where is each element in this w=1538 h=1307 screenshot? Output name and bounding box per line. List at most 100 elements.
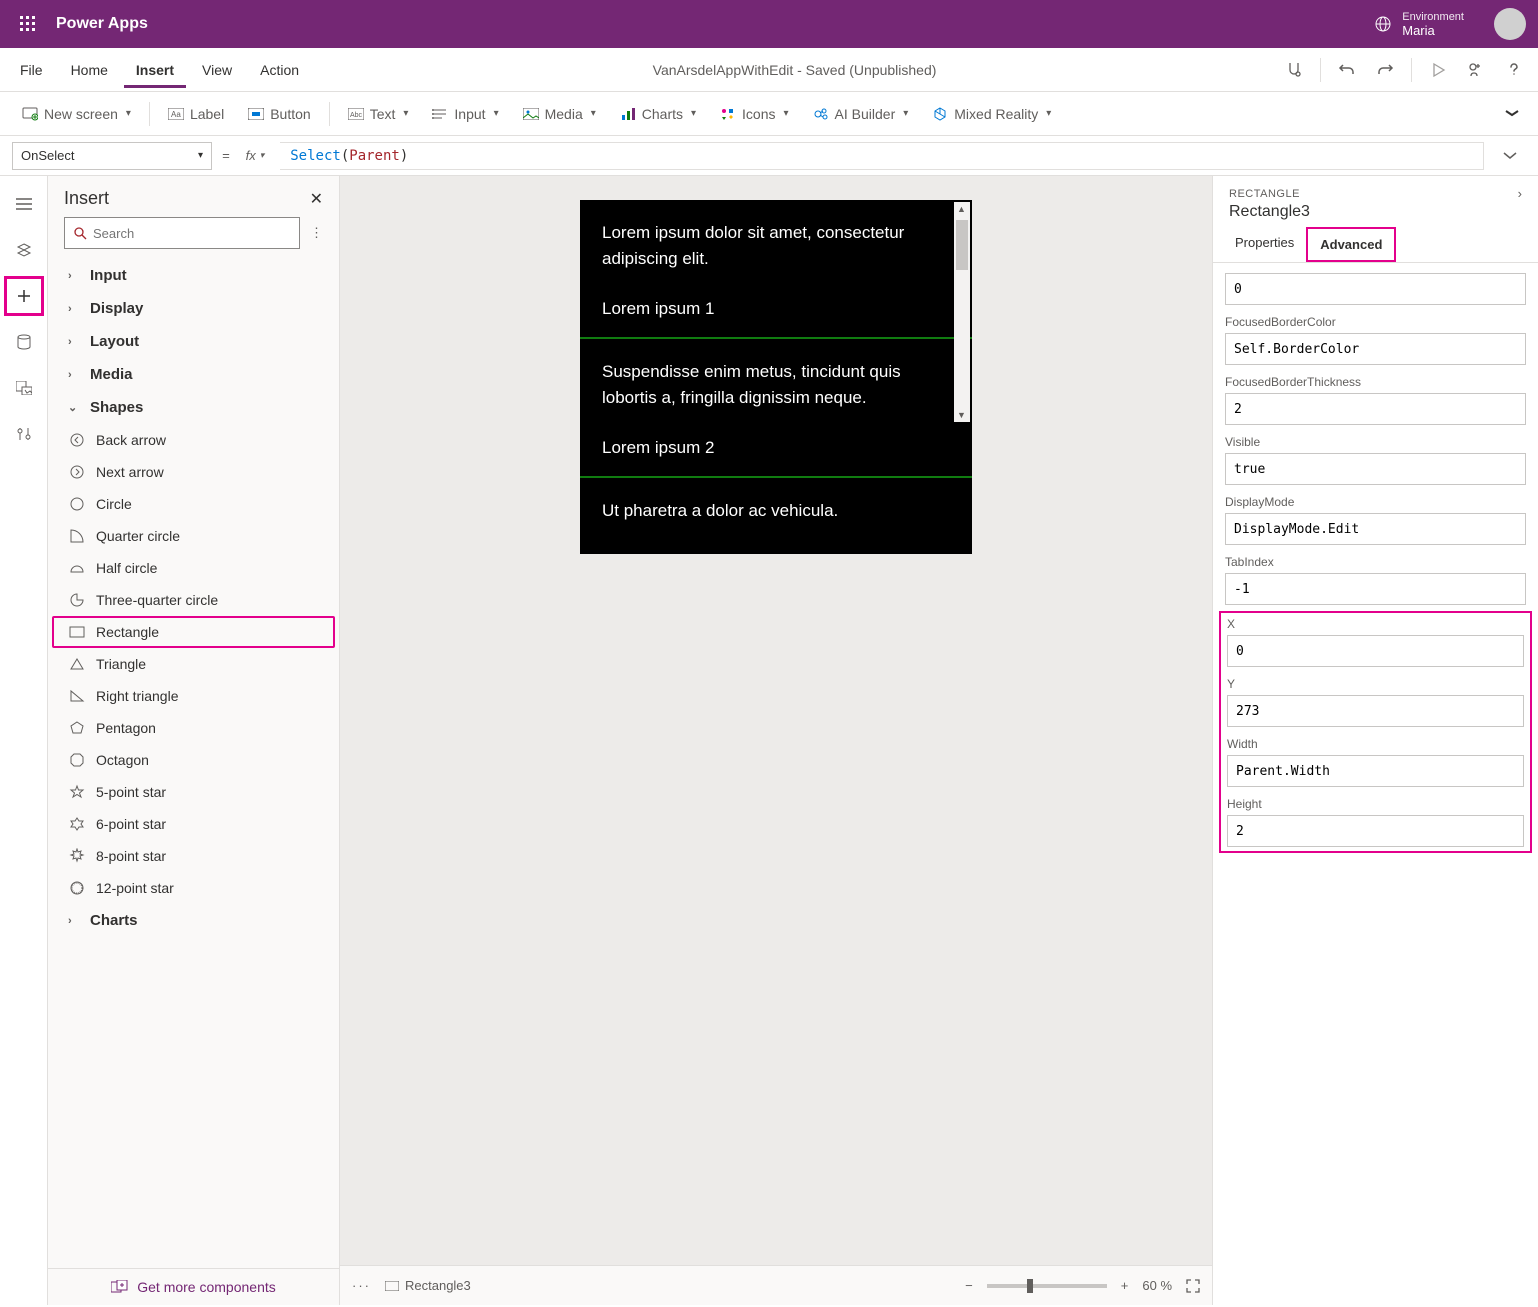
- fx-icon[interactable]: fx▾: [240, 148, 271, 163]
- undo-icon[interactable]: [1331, 54, 1363, 86]
- shape-circle[interactable]: Circle: [48, 488, 339, 520]
- tab-properties[interactable]: Properties: [1223, 227, 1306, 262]
- menu-home[interactable]: Home: [59, 52, 120, 88]
- app-checker-icon[interactable]: [1278, 54, 1310, 86]
- phone-screen[interactable]: ▲ ▼ Lorem ipsum dolor sit amet, consecte…: [580, 200, 972, 554]
- shape-right-triangle[interactable]: Right triangle: [48, 680, 339, 712]
- ribbon-media[interactable]: Media▾: [513, 100, 606, 128]
- ribbon-new-screen[interactable]: New screen▾: [12, 100, 141, 128]
- insert-panel-title: Insert: [64, 188, 109, 209]
- rail-insert-icon[interactable]: [4, 276, 44, 316]
- rail-data-icon[interactable]: [4, 322, 44, 362]
- gallery-item-3[interactable]: Ut pharetra a dolor ac vehicula.: [580, 478, 972, 554]
- shape-8-point-star[interactable]: 8-point star: [48, 840, 339, 872]
- ribbon-button[interactable]: Button: [238, 100, 320, 128]
- label-width: Width: [1227, 737, 1524, 751]
- ribbon-label[interactable]: AaLabel: [158, 100, 234, 128]
- rail-tree-icon[interactable]: [4, 230, 44, 270]
- close-icon[interactable]: ✕: [310, 189, 323, 209]
- category-shapes[interactable]: ⌄Shapes: [48, 391, 339, 424]
- menu-action[interactable]: Action: [248, 52, 311, 88]
- input-visible[interactable]: [1225, 453, 1526, 485]
- property-selector[interactable]: OnSelect ▾: [12, 142, 212, 170]
- globe-icon: [1374, 15, 1392, 33]
- shape-three-quarter-circle[interactable]: Three-quarter circle: [48, 584, 339, 616]
- shape-next-arrow[interactable]: Next arrow: [48, 456, 339, 488]
- input-y[interactable]: [1227, 695, 1524, 727]
- zoom-slider[interactable]: [987, 1284, 1107, 1288]
- shape-back-arrow[interactable]: Back arrow: [48, 424, 339, 456]
- breadcrumb[interactable]: Rectangle3: [385, 1278, 471, 1293]
- media-icon: [523, 106, 539, 122]
- input-width[interactable]: [1227, 755, 1524, 787]
- formula-expand-icon[interactable]: [1494, 152, 1526, 160]
- shape-octagon[interactable]: Octagon: [48, 744, 339, 776]
- status-more-icon[interactable]: ···: [352, 1278, 371, 1293]
- get-more-components[interactable]: Get more components: [48, 1268, 339, 1305]
- environment-picker[interactable]: Environment Maria: [1374, 11, 1464, 38]
- zoom-in-icon[interactable]: +: [1121, 1278, 1129, 1293]
- label-tabindex: TabIndex: [1225, 555, 1526, 569]
- gallery-item-1[interactable]: Lorem ipsum dolor sit amet, consectetur …: [580, 200, 972, 337]
- tab-advanced[interactable]: Advanced: [1306, 227, 1396, 262]
- shape-half-circle[interactable]: Half circle: [48, 552, 339, 584]
- help-icon[interactable]: [1498, 54, 1530, 86]
- search-input[interactable]: [64, 217, 300, 249]
- more-icon[interactable]: ⋮: [310, 225, 323, 241]
- star6-icon: [68, 815, 86, 833]
- canvas[interactable]: ▲ ▼ Lorem ipsum dolor sit amet, consecte…: [340, 176, 1212, 1265]
- menu-insert[interactable]: Insert: [124, 52, 186, 88]
- category-media[interactable]: ›Media: [48, 358, 339, 391]
- category-display[interactable]: ›Display: [48, 292, 339, 325]
- share-icon[interactable]: [1460, 54, 1492, 86]
- zoom-out-icon[interactable]: −: [965, 1278, 973, 1293]
- formula-fn: Select: [290, 148, 341, 164]
- item-title: Suspendisse enim metus, tincidunt quis l…: [602, 359, 950, 410]
- fit-icon[interactable]: [1186, 1279, 1200, 1293]
- field-first[interactable]: [1225, 273, 1526, 305]
- shape-5-point-star[interactable]: 5-point star: [48, 776, 339, 808]
- gallery-item-2[interactable]: Suspendisse enim metus, tincidunt quis l…: [580, 339, 972, 476]
- avatar[interactable]: [1494, 8, 1526, 40]
- menu-view[interactable]: View: [190, 52, 244, 88]
- input-focusedborderthickness[interactable]: [1225, 393, 1526, 425]
- waffle-icon[interactable]: [12, 8, 44, 40]
- ribbon-collapse-icon[interactable]: [1498, 103, 1526, 125]
- menu-file[interactable]: File: [8, 52, 55, 88]
- star8-icon: [68, 847, 86, 865]
- shape-quarter-circle[interactable]: Quarter circle: [48, 520, 339, 552]
- search-field[interactable]: [93, 226, 291, 241]
- formula-input[interactable]: Select(Parent): [280, 142, 1484, 170]
- ribbon-text[interactable]: AbcText▾: [338, 100, 419, 128]
- shape-triangle[interactable]: Triangle: [48, 648, 339, 680]
- input-icon: [432, 106, 448, 122]
- ribbon-charts[interactable]: Charts▾: [610, 100, 706, 128]
- ribbon-mixed-reality[interactable]: Mixed Reality▾: [922, 100, 1061, 128]
- ribbon-icons[interactable]: Icons▾: [710, 100, 799, 128]
- category-layout[interactable]: ›Layout: [48, 325, 339, 358]
- app-title: Power Apps: [56, 15, 148, 33]
- input-height[interactable]: [1227, 815, 1524, 847]
- item-title: Lorem ipsum dolor sit amet, consectetur …: [602, 220, 950, 271]
- shape-pentagon[interactable]: Pentagon: [48, 712, 339, 744]
- next-arrow-icon: [68, 463, 86, 481]
- input-focusedbordercolor[interactable]: [1225, 333, 1526, 365]
- ribbon-input[interactable]: Input▾: [422, 100, 508, 128]
- input-displaymode[interactable]: [1225, 513, 1526, 545]
- ribbon-ai-builder[interactable]: AI Builder▾: [803, 100, 919, 128]
- label-height: Height: [1227, 797, 1524, 811]
- shape-12-point-star[interactable]: 12-point star: [48, 872, 339, 904]
- rail-hamburger-icon[interactable]: [4, 184, 44, 224]
- category-charts[interactable]: ›Charts: [48, 904, 339, 937]
- chevron-right-icon[interactable]: ›: [1518, 186, 1522, 201]
- input-tabindex[interactable]: [1225, 573, 1526, 605]
- play-icon[interactable]: [1422, 54, 1454, 86]
- rail-settings-icon[interactable]: [4, 414, 44, 454]
- category-input[interactable]: ›Input: [48, 259, 339, 292]
- shape-6-point-star[interactable]: 6-point star: [48, 808, 339, 840]
- triangle-icon: [68, 655, 86, 673]
- input-x[interactable]: [1227, 635, 1524, 667]
- redo-icon[interactable]: [1369, 54, 1401, 86]
- shape-rectangle[interactable]: Rectangle: [52, 616, 335, 648]
- rail-media-icon[interactable]: [4, 368, 44, 408]
